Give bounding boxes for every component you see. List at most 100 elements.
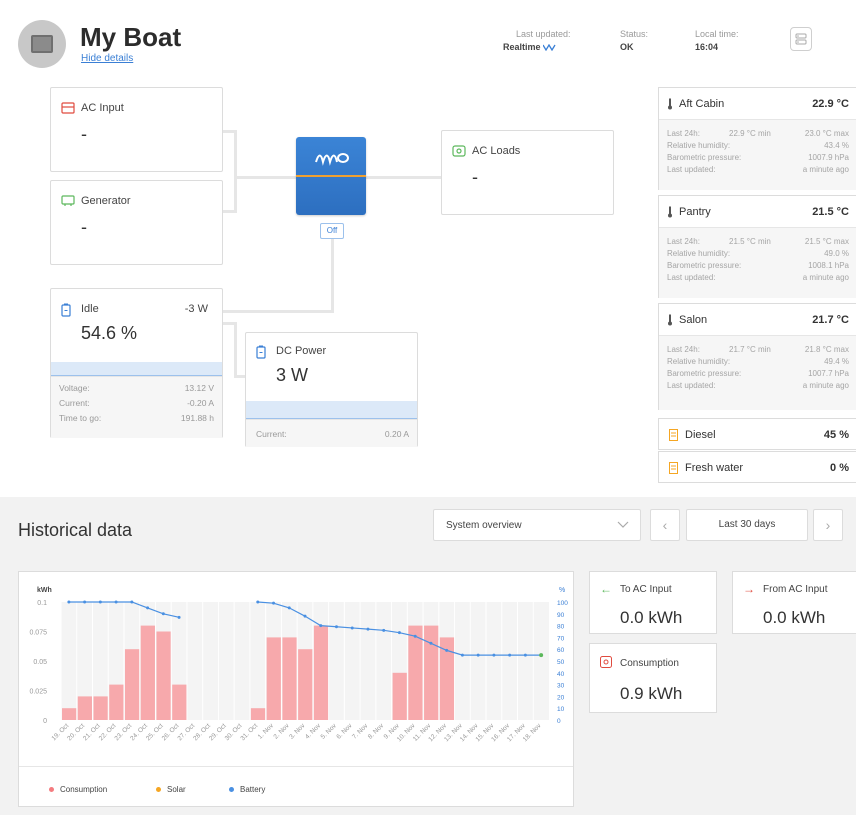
tank-icon [669, 462, 678, 474]
from-ac-input-label: From AC Input [763, 584, 828, 595]
y2-tick-label: 30 [557, 683, 565, 690]
inverter-off-button[interactable]: Off [320, 223, 344, 239]
ac-loads-card[interactable]: AC Loads - [441, 130, 614, 215]
battery-point [256, 600, 260, 604]
battery-card[interactable]: Idle -3 W 54.6 % Voltage: 13.12 V Current… [50, 288, 223, 438]
battery-point [413, 634, 417, 638]
ac-loads-icon [452, 145, 466, 157]
settings-button[interactable] [790, 27, 812, 51]
tank-card[interactable]: Diesel 45 % [658, 418, 856, 450]
arrow-right-icon: → [743, 582, 755, 596]
sensor-bp-row: Barometric pressure: 1008.1 hPa [667, 261, 849, 270]
last-updated-label: Last updated: [516, 29, 571, 39]
local-time-value: 16:04 [695, 42, 719, 52]
battery-point [161, 612, 165, 616]
inverter-stripe [296, 175, 366, 177]
generator-label: Generator [81, 195, 131, 207]
consumption-bar [124, 649, 140, 720]
consumption-card: Consumption 0.9 kWh [589, 643, 717, 713]
ac-input-icon [61, 102, 75, 114]
y-tick-label: 0.025 [29, 689, 47, 696]
sensor-name: Salon [679, 314, 708, 326]
sensor-rh-row: Relative humidity: 49.0 % [667, 249, 849, 258]
battery-details: Voltage: 13.12 V Current: -0.20 A Time to … [51, 376, 222, 438]
legend-solar[interactable]: Solar [156, 785, 186, 794]
battery-point [476, 653, 480, 657]
sensor-card[interactable]: Salon 21.7 °C Last 24h: 21.7 °C min 21.8 °… [658, 303, 856, 410]
battery-point [272, 601, 276, 605]
battery-point [382, 628, 386, 632]
sensor-updated-row: Last updated: a minute ago [667, 273, 849, 282]
tank-card[interactable]: Fresh water 0 % [658, 451, 856, 483]
consumption-bar [298, 649, 313, 720]
dc-power-label: DC Power [276, 345, 327, 357]
battery-point [397, 631, 401, 635]
battery-point [366, 627, 370, 631]
ac-input-value: - [81, 124, 87, 144]
next-range-button[interactable]: › [813, 509, 843, 541]
to-ac-input-card: ← To AC Input 0.0 kWh [589, 571, 717, 634]
consumption-icon [600, 656, 612, 668]
battery-point [429, 641, 433, 645]
generator-card[interactable]: Generator - [50, 180, 223, 265]
wire [234, 178, 237, 213]
sensor-bp-row: Barometric pressure: 1007.7 hPa [667, 369, 849, 378]
chevron-down-icon [617, 521, 629, 528]
battery-point [114, 600, 118, 604]
battery-point [492, 653, 496, 657]
battery-power: -3 W [184, 303, 208, 315]
x-tick-label: 7. Nov [351, 722, 370, 741]
sensor-card[interactable]: Pantry 21.5 °C Last 24h: 21.5 °C min 21.5 … [658, 195, 856, 298]
sensor-temp: 21.5 °C [812, 206, 849, 218]
y-tick-label: 0 [43, 718, 47, 725]
ac-input-card[interactable]: AC Input - [50, 87, 223, 172]
range-select[interactable]: Last 30 days [686, 509, 808, 541]
dc-power-value: 3 W [276, 365, 309, 385]
dc-power-icon [256, 345, 266, 359]
consumption-bar [282, 637, 297, 720]
sensor-details: Last 24h: 21.7 °C min 21.8 °C max Relative… [659, 335, 856, 410]
inverter-block[interactable] [296, 137, 366, 215]
sensor-details: Last 24h: 21.5 °C min 21.5 °C max Relative… [659, 227, 856, 298]
thermometer-icon [668, 314, 672, 326]
battery-point [67, 600, 71, 604]
view-select[interactable]: System overview [433, 509, 641, 541]
battery-current-row: Current: -0.20 A [59, 398, 214, 408]
sensor-rh-row: Relative humidity: 43.4 % [667, 141, 849, 150]
prev-range-button[interactable]: ‹ [650, 509, 680, 541]
y-axis-label: kWh [37, 587, 52, 594]
tank-level: 45 % [823, 429, 849, 441]
sensor-rh-row: Relative humidity: 49.4 % [667, 357, 849, 366]
consumption-value: 0.9 kWh [620, 684, 683, 703]
consumption-bar [408, 625, 423, 720]
dc-power-card[interactable]: DC Power 3 W Current: 0.20 A [245, 332, 418, 447]
legend-consumption[interactable]: Consumption [49, 785, 107, 794]
sensor-24h-row: Last 24h: 22.9 °C min 23.0 °C max [667, 129, 849, 138]
sensor-updated-row: Last updated: a minute ago [667, 165, 849, 174]
x-tick-label: 2. Nov [272, 722, 291, 741]
thermometer-icon [668, 98, 672, 110]
sensor-card[interactable]: Aft Cabin 22.9 °C Last 24h: 22.9 °C min 23… [658, 87, 856, 190]
battery-point [98, 600, 102, 604]
y2-tick-label: 20 [557, 694, 565, 701]
status-value: OK [620, 42, 634, 52]
battery-point [445, 648, 449, 652]
x-tick-label: 6. Nov [335, 722, 354, 741]
history-chart[interactable]: kWh %0.10.0750.050.0250100908070605040302… [19, 572, 573, 766]
wire [366, 176, 442, 179]
consumption-bar [77, 696, 92, 720]
chart-legend: Consumption Solar Battery [19, 766, 573, 806]
sensor-temp: 22.9 °C [812, 98, 849, 110]
hide-details-link[interactable]: Hide details [81, 53, 133, 64]
legend-battery[interactable]: Battery [229, 785, 265, 794]
sensor-name: Aft Cabin [679, 98, 725, 110]
consumption-bar [250, 708, 266, 720]
consumption-bar [140, 625, 155, 720]
consumption-bar [424, 625, 439, 720]
consumption-label: Consumption [620, 658, 679, 669]
consumption-bar [62, 708, 77, 720]
sensor-name: Pantry [679, 206, 711, 218]
y-tick-label: 0.1 [37, 600, 47, 607]
to-ac-input-value: 0.0 kWh [620, 608, 683, 627]
consumption-bar [109, 684, 124, 720]
